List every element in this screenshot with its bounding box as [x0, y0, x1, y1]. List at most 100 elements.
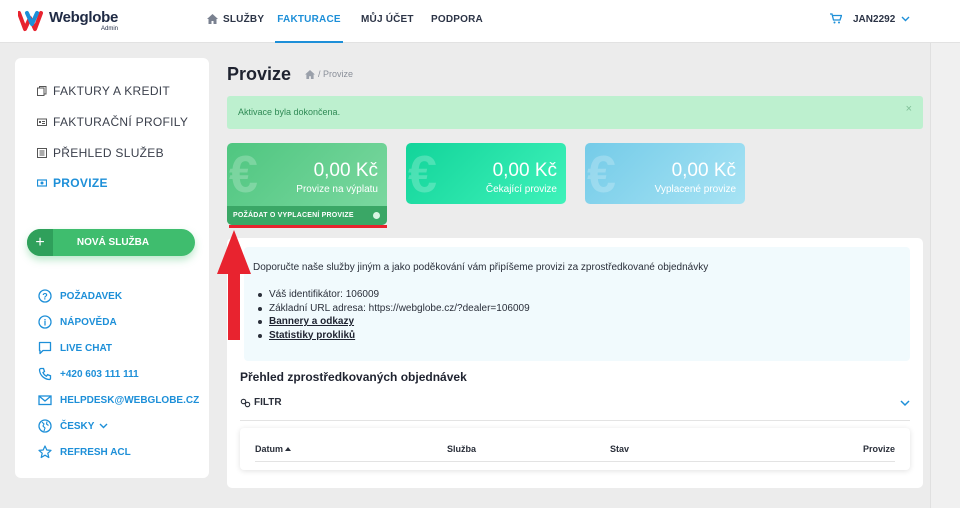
help-item-helpdesk[interactable]: HELPDESK@WEBGLOBE.CZ: [38, 393, 199, 407]
cart-icon[interactable]: [830, 13, 842, 24]
scrollbar[interactable]: [930, 43, 960, 508]
list-item: Statistiky prokliků: [258, 329, 530, 343]
list-icon: [37, 148, 47, 158]
sidebar-item-fakturacni-profily[interactable]: FAKTURAČNÍ PROFILY: [37, 115, 188, 129]
sidebar-item-label: PŘEHLED SLUŽEB: [53, 146, 164, 160]
plus-icon: +: [27, 229, 53, 256]
sidebar-item-faktury[interactable]: FAKTURY A KREDIT: [37, 84, 170, 98]
chevron-down-icon[interactable]: [901, 16, 910, 22]
language-selector[interactable]: ČESKY: [38, 419, 108, 433]
filter-toggle[interactable]: FILTR: [240, 397, 282, 408]
sidebar-item-label: FAKTURY A KREDIT: [53, 84, 171, 98]
breadcrumb-current: / Provize: [318, 69, 354, 79]
brand-subtitle: Admin: [100, 26, 118, 32]
column-header-datum[interactable]: Datum: [255, 444, 292, 454]
help-item-label: ČESKY: [60, 420, 95, 432]
help-item-label: NÁPOVĚDA: [60, 316, 117, 328]
commission-payout-card: € 0,00 Kč Provize na výplatu POŽÁDAT O V…: [227, 143, 387, 225]
phone-icon: [38, 367, 52, 381]
dealer-id-text: Váš identifikátor: 106009: [269, 289, 380, 300]
new-service-button[interactable]: + NOVÁ SLUŽBA: [27, 229, 195, 256]
help-item-phone[interactable]: +420 603 111 111: [38, 367, 139, 381]
card-amount: 0,00 Kč: [671, 160, 736, 181]
card-amount: 0,00 Kč: [313, 160, 378, 181]
help-item-pozadavek[interactable]: ? POŽADAVEK: [38, 289, 122, 303]
list-item: Bannery a odkazy: [258, 315, 530, 329]
list-item: Základní URL adresa: https://webglobe.cz…: [258, 302, 530, 316]
currency-icon: €: [229, 146, 258, 204]
svg-text:?: ?: [42, 292, 48, 302]
nav-item-label: FAKTURACE: [277, 14, 341, 25]
top-navigation: Webglobe Admin SLUŽBY FAKTURACE MŮJ ÚČET…: [0, 0, 960, 43]
alert-text: Aktivace byla dokončena.: [238, 107, 341, 117]
sidebar-item-provize[interactable]: PROVIZE: [37, 176, 108, 190]
help-item-label: +420 603 111 111: [60, 368, 139, 380]
copy-icon: [37, 86, 47, 96]
globe-icon: [38, 419, 52, 433]
currency-icon: €: [408, 146, 437, 204]
money-icon: [37, 179, 47, 187]
nav-item-fakturace[interactable]: FAKTURACE: [275, 0, 343, 43]
card-label: Provize na výplatu: [296, 184, 378, 195]
orders-section-title: Přehled zprostředkovaných objednávek: [240, 370, 467, 384]
webglobe-logo[interactable]: Webglobe Admin: [18, 5, 118, 37]
help-item-label: POŽADAVEK: [60, 290, 123, 302]
table-header-divider: [255, 461, 895, 462]
sidebar-item-label: FAKTURAČNÍ PROFILY: [53, 115, 189, 129]
home-icon[interactable]: [305, 69, 315, 79]
column-header-provize[interactable]: Provize: [863, 444, 895, 454]
help-item-label: HELPDESK@WEBGLOBE.CZ: [60, 394, 200, 406]
nav-item-label: MŮJ ÚČET: [361, 14, 414, 25]
star-icon: [38, 445, 52, 459]
svg-text:i: i: [44, 318, 47, 328]
banners-link[interactable]: Bannery a odkazy: [269, 316, 354, 327]
card-amount: 0,00 Kč: [492, 160, 557, 181]
info-text: Doporučte naše služby jiným a jako poděk…: [253, 262, 709, 273]
new-service-label: NOVÁ SLUŽBA: [76, 237, 150, 248]
request-payout-button[interactable]: POŽÁDAT O VYPLACENÍ PROVIZE: [227, 206, 387, 225]
arrow-right-icon: [373, 212, 380, 219]
column-header-stav[interactable]: Stav: [610, 444, 629, 454]
close-icon[interactable]: ×: [906, 103, 912, 115]
chevron-down-icon[interactable]: [900, 400, 910, 407]
chevron-down-icon: [99, 423, 108, 429]
webglobe-logo-icon: [18, 11, 43, 31]
help-item-live-chat[interactable]: LIVE CHAT: [38, 341, 112, 355]
brand-name: Webglobe: [49, 9, 118, 26]
success-alert: Aktivace byla dokončena. ×: [227, 96, 923, 129]
nav-item-sluzby[interactable]: SLUŽBY: [207, 0, 264, 43]
help-item-label: REFRESH ACL: [60, 446, 131, 458]
request-payout-label: POŽÁDAT O VYPLACENÍ PROVIZE: [233, 212, 354, 219]
card-label: Vyplacené provize: [654, 184, 736, 195]
id-card-icon: [37, 118, 47, 126]
info-list: Váš identifikátor: 106009 Základní URL a…: [258, 288, 530, 342]
nav-item-podpora[interactable]: PODPORA: [431, 0, 483, 43]
sidebar: FAKTURY A KREDIT FAKTURAČNÍ PROFILY PŘEH…: [15, 58, 209, 478]
sidebar-item-label: PROVIZE: [53, 176, 108, 190]
filter-label: FILTR: [254, 397, 282, 408]
pending-commission-card: € 0,00 Kč Čekající provize: [406, 143, 566, 204]
help-item-napoveda[interactable]: i NÁPOVĚDA: [38, 315, 117, 329]
user-menu[interactable]: JAN2292: [853, 0, 895, 40]
click-stats-link[interactable]: Statistiky prokliků: [269, 330, 355, 341]
home-icon: [207, 14, 218, 24]
column-header-label: Datum: [255, 444, 284, 454]
paid-commission-card: € 0,00 Kč Vyplacené provize: [585, 143, 745, 204]
sidebar-item-prehled-sluzeb[interactable]: PŘEHLED SLUŽEB: [37, 146, 164, 160]
breadcrumb: / Provize: [305, 69, 353, 79]
list-item: Váš identifikátor: 106009: [258, 288, 530, 302]
currency-icon: €: [587, 146, 616, 204]
chat-icon: [38, 341, 52, 355]
nav-item-label: SLUŽBY: [223, 14, 265, 25]
mail-icon: [38, 395, 52, 406]
help-item-label: LIVE CHAT: [60, 342, 113, 354]
column-header-sluzba[interactable]: Služba: [447, 444, 476, 454]
orders-table: Datum Služba Stav Provize: [240, 428, 910, 470]
card-label: Čekající provize: [485, 184, 557, 195]
divider: [240, 420, 910, 421]
help-item-refresh-acl[interactable]: REFRESH ACL: [38, 445, 131, 459]
highlight-underline: [229, 225, 387, 228]
nav-item-muj-ucet[interactable]: MŮJ ÚČET: [361, 0, 414, 43]
red-arrow-annotation: [217, 230, 251, 340]
info-icon: i: [38, 315, 52, 329]
